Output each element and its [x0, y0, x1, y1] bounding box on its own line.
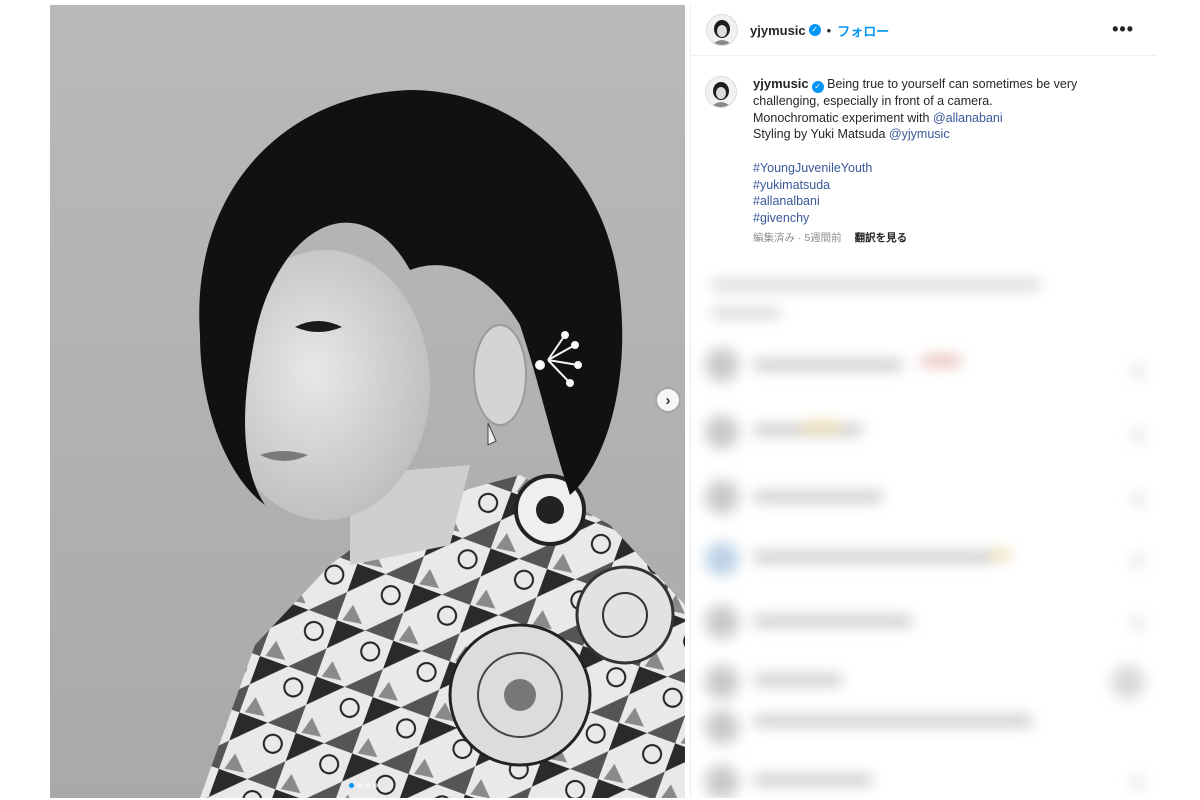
carousel-dot: [349, 783, 354, 788]
blurred-line: [753, 675, 843, 685]
blurred-avatar: [705, 765, 739, 798]
verified-badge-icon: ✓: [808, 24, 821, 36]
carousel-dot: [365, 783, 370, 788]
blurred-avatar: [705, 542, 739, 576]
avatar-image: [707, 15, 737, 45]
blurred-avatar: [705, 480, 739, 514]
blurred-line: [753, 360, 903, 370]
blurred-avatar: [705, 415, 739, 449]
blurred-line: [753, 716, 1033, 726]
blurred-heart: [1131, 554, 1145, 568]
mention-link[interactable]: @yjymusic: [889, 127, 950, 141]
carousel-dot: [373, 783, 378, 788]
verified-badge-icon: ✓: [811, 81, 824, 93]
blurred-line: [753, 775, 873, 785]
blurred-line: [753, 616, 913, 626]
chevron-right-icon: ›: [665, 391, 671, 409]
username-link[interactable]: yjymusic: [750, 23, 806, 38]
caption-text: yjymusic ✓ Being true to yourself can som…: [753, 76, 1077, 246]
post-caption: yjymusic ✓ Being true to yourself can som…: [705, 76, 1135, 246]
blurred-line: [991, 550, 1011, 560]
hashtag-link[interactable]: #YoungJuvenileYouth: [753, 160, 1077, 177]
caption-line: Styling by Yuki Matsuda: [753, 127, 886, 142]
hashtag-link[interactable]: #yukimatsuda: [753, 177, 1077, 194]
portrait-photo: [199, 90, 685, 798]
blurred-avatar: [1111, 665, 1145, 699]
caption-username-link[interactable]: yjymusic: [753, 76, 809, 91]
post-side-panel: yjymusic ✓ • フォロー ••• yjymusic ✓ Being tr…: [690, 5, 1156, 798]
post-header: yjymusic ✓ • フォロー •••: [691, 5, 1156, 56]
caption-line: challenging, especially in front of a ca…: [753, 94, 993, 108]
caption-line: Monochromatic experiment with: [753, 110, 930, 125]
blurred-line: [711, 308, 781, 318]
blurred-avatar: [705, 710, 739, 744]
blurred-heart: [1131, 775, 1145, 789]
hashtag-link[interactable]: #allanalbani: [753, 193, 1077, 210]
blurred-avatar: [705, 605, 739, 639]
carousel-indicator: [349, 783, 378, 789]
blurred-line: [921, 356, 961, 366]
post-meta: 編集済み · 5週間前 翻訳を見る: [753, 230, 1077, 247]
blurred-heart: [1131, 492, 1145, 506]
blurred-heart: [1131, 616, 1145, 630]
blurred-avatar: [705, 348, 739, 382]
blurred-avatar: [705, 665, 739, 699]
follow-button[interactable]: フォロー: [837, 21, 889, 40]
carousel-dot: [357, 783, 362, 788]
more-options-icon[interactable]: •••: [1112, 19, 1134, 40]
blurred-heart: [1131, 364, 1145, 378]
mention-link[interactable]: @allanabani: [933, 111, 1003, 125]
edited-timestamp: 編集済み · 5週間前: [753, 231, 842, 244]
post-image[interactable]: [50, 5, 685, 798]
comments-list-blurred: [691, 260, 1156, 798]
avatar-image: [706, 77, 736, 107]
hashtag-link[interactable]: #givenchy: [753, 210, 1077, 227]
translate-button[interactable]: 翻訳を見る: [855, 232, 908, 244]
carousel-next-button[interactable]: ›: [657, 389, 679, 411]
caption-line: Being true to yourself can sometimes be …: [827, 77, 1078, 91]
separator-dot: •: [826, 22, 832, 38]
blurred-comments: [691, 260, 1156, 798]
avatar[interactable]: [706, 14, 738, 46]
caption-avatar[interactable]: [705, 76, 737, 108]
blurred-line: [753, 492, 883, 502]
blurred-line: [801, 422, 841, 432]
blurred-heart: [1131, 428, 1145, 442]
blurred-line: [711, 280, 1041, 290]
blurred-line: [753, 552, 993, 562]
